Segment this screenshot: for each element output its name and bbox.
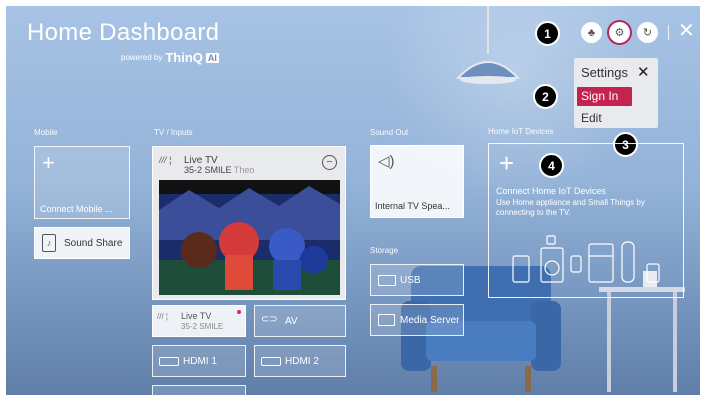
- section-label-iot: Home IoT Devices: [488, 127, 554, 136]
- remove-icon[interactable]: −: [322, 155, 337, 170]
- live-tv-input-card[interactable]: /// ¦ Live TV 35-2 SMILE: [152, 305, 246, 337]
- hdmi-icon: [261, 357, 281, 366]
- divider: [668, 25, 669, 40]
- page-title: Home Dashboard: [27, 19, 220, 46]
- connect-mobile-card[interactable]: + Connect Mobile ...: [34, 146, 130, 219]
- appliances-icon: [512, 235, 660, 283]
- antenna-icon: /// ¦: [159, 155, 172, 165]
- media-server-card[interactable]: Media Server: [370, 304, 464, 336]
- hdmi3-input-card[interactable]: [152, 385, 246, 395]
- hdmi2-input-card[interactable]: HDMI 2: [254, 345, 346, 377]
- section-label-sound-out: Sound Out: [370, 128, 409, 137]
- sound-share-icon: ♪: [42, 234, 56, 252]
- plus-icon: +: [499, 148, 515, 178]
- settings-menu-title: Settings: [581, 65, 628, 80]
- section-label-storage: Storage: [370, 246, 399, 255]
- internal-tv-speaker-card[interactable]: ◁) Internal TV Spea...: [370, 145, 464, 218]
- sound-share-button[interactable]: ♪ Sound Share: [34, 227, 130, 259]
- av-input-card[interactable]: ⊂⊃ AV: [254, 305, 346, 337]
- live-tv-input-label: Live TV: [181, 311, 212, 321]
- live-tv-channel: 35-2 SMILE Theo: [184, 165, 255, 175]
- usb-icon: [378, 275, 396, 286]
- live-tv-preview: [159, 180, 340, 295]
- plus-icon: +: [42, 150, 55, 175]
- callout-2: 2: [533, 84, 558, 109]
- settings-gear-icon[interactable]: ⚙: [609, 22, 630, 43]
- powered-by-thinq-logo: powered by ThinQ AI: [121, 50, 219, 65]
- iot-title: Connect Home IoT Devices: [496, 186, 606, 196]
- media-server-label: Media Server: [400, 315, 460, 326]
- active-indicator: [237, 310, 241, 314]
- close-icon[interactable]: ✕: [678, 19, 695, 43]
- av-icon: ⊂⊃: [261, 314, 278, 325]
- hdmi1-input-card[interactable]: HDMI 1: [152, 345, 246, 377]
- sign-in-menu-item[interactable]: Sign In: [577, 87, 632, 106]
- usb-label: USB: [400, 275, 421, 286]
- av-label: AV: [285, 316, 298, 327]
- hdmi1-label: HDMI 1: [183, 356, 217, 367]
- pendant-lamp-illustration: [455, 6, 521, 84]
- edit-menu-item[interactable]: Edit: [581, 111, 602, 125]
- connect-mobile-label: Connect Mobile ...: [40, 204, 113, 214]
- speaker-icon: ◁): [378, 153, 395, 170]
- usb-card[interactable]: USB: [370, 264, 464, 296]
- iot-description: Use Home appliance and Small Things by c…: [496, 198, 645, 217]
- hdmi-icon: [159, 357, 179, 366]
- settings-menu-close-icon[interactable]: ✕: [637, 63, 650, 81]
- refresh-icon[interactable]: ↻: [637, 22, 658, 43]
- section-label-tv-inputs: TV / Inputs: [154, 128, 193, 137]
- settings-menu: Settings ✕ Sign In Edit: [574, 58, 658, 128]
- section-label-mobile: Mobile: [34, 128, 58, 137]
- connect-iot-card[interactable]: + Connect Home IoT Devices Use Home appl…: [488, 143, 684, 298]
- callout-1: 1: [535, 21, 560, 46]
- media-server-icon: [378, 314, 395, 326]
- hdmi2-label: HDMI 2: [285, 356, 319, 367]
- internal-speaker-label: Internal TV Spea...: [375, 201, 450, 211]
- sound-share-label: Sound Share: [64, 238, 123, 249]
- live-tv-card[interactable]: /// ¦ Live TV 35-2 SMILE Theo −: [152, 146, 346, 300]
- antenna-icon: /// ¦: [157, 312, 168, 321]
- profile-icon[interactable]: ♣: [581, 22, 602, 43]
- live-tv-input-channel: 35-2 SMILE: [181, 322, 224, 331]
- home-dashboard-screen: Home Dashboard powered by ThinQ AI ♣ ⚙ ↻…: [6, 6, 700, 395]
